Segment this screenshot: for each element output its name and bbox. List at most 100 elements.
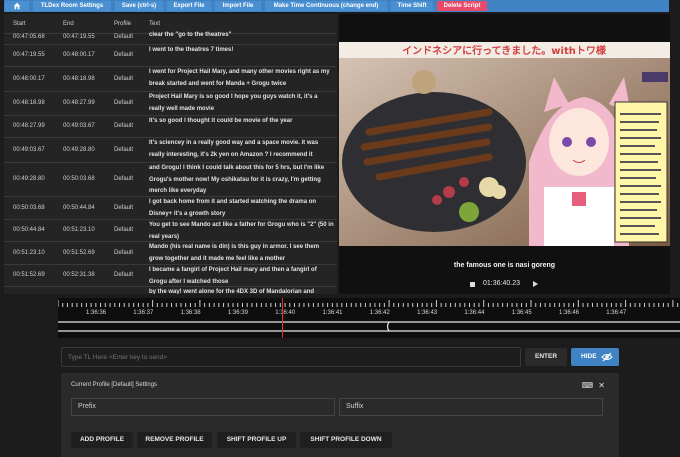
delete-script-button[interactable]: Delete Script	[437, 1, 487, 11]
row-end-time: 00:49:28.80	[63, 146, 95, 153]
shift-profile-down-button[interactable]: SHIFT PROFILE DOWN	[300, 432, 392, 448]
row-profile: Default	[114, 176, 134, 182]
row-end-time: 00:51:52.69	[63, 249, 95, 256]
timeline-tick-label: 1:36:42	[369, 310, 390, 316]
table-row[interactable]: 00:49:28.80 00:50:03.68 Default and Grogu! …	[4, 163, 337, 197]
header-start[interactable]: Start	[13, 21, 26, 27]
row-start-time: 00:49:28.80	[13, 176, 45, 182]
row-text: I went for Project Hail Mary, and many o…	[149, 69, 330, 87]
table-row[interactable]: 00:47:19.55 00:48:00.17 Default I went to t…	[4, 45, 337, 67]
prefix-field[interactable]: Prefix	[71, 398, 335, 416]
row-text: It's sciencey in a really good way and a…	[149, 140, 319, 158]
time-shift-button[interactable]: Time Shift	[391, 1, 433, 11]
row-text: I became a fangirl of Project Hail mary …	[149, 267, 317, 285]
row-profile: Default	[114, 123, 134, 129]
table-row[interactable]: 00:48:00.17 00:48:18.98 Default I went for …	[4, 67, 337, 92]
save-button[interactable]: Save (ctrl-s)	[115, 1, 163, 11]
row-profile: Default	[114, 52, 134, 58]
row-start-time: 00:49:03.67	[13, 146, 45, 153]
hide-button-label: HIDE	[581, 353, 597, 360]
row-text: clear the "go to the theatres"	[149, 32, 232, 38]
table-row[interactable]: 00:51:52.69 00:52:31.38 Default I became a …	[4, 265, 337, 287]
row-start-time: 00:50:03.68	[13, 204, 45, 211]
row-start-time: 00:48:18.98	[13, 100, 45, 106]
row-profile: Default	[114, 227, 134, 233]
row-text: I got back home from it and started watc…	[149, 199, 317, 217]
timeline-tick-label: 1:36:47	[606, 310, 627, 316]
tl-input[interactable]	[61, 347, 521, 367]
timeline-tick-label: 1:36:46	[559, 310, 580, 316]
export-file-button[interactable]: Export File	[167, 1, 211, 11]
play-icon[interactable]	[533, 281, 538, 287]
row-start-time: 00:47:19.55	[13, 52, 45, 58]
player-time: 01:36:40.23	[483, 280, 520, 287]
row-text: Mando (his real name is din) is this guy…	[149, 244, 320, 262]
timeline-tick-label: 1:36:41	[322, 310, 343, 316]
row-profile: Default	[114, 204, 134, 211]
row-profile: Default	[114, 272, 134, 278]
row-end-time: 00:49:03.67	[63, 123, 95, 129]
table-row[interactable]: 00:47:05.68 00:47:19.55 Default clear the "…	[4, 30, 337, 45]
room-settings-button[interactable]: TLDex Room Settings	[33, 1, 111, 11]
timeline-tick-label: 1:36:44	[464, 310, 485, 316]
row-start-time: 00:48:27.99	[13, 123, 45, 129]
table-row[interactable]: by the way! went alone for the 4DX 3D of…	[4, 287, 337, 294]
row-end-time: 00:48:00.17	[63, 52, 95, 58]
timeline-tick-label: 1:36:43	[417, 310, 438, 316]
home-button[interactable]	[5, 1, 29, 11]
toolbar: TLDex Room Settings Save (ctrl-s) Export…	[0, 0, 680, 13]
player-controls: 01:36:40.23	[339, 279, 670, 291]
table-row[interactable]: 00:51:23.10 00:51:52.69 Default Mando (his …	[4, 242, 337, 265]
home-icon	[13, 2, 21, 10]
timeline-tick-label: 1:36:40	[275, 310, 296, 316]
video-frame: インドネシアに行ってきました。withトワ様	[339, 42, 670, 246]
close-icon[interactable]: ✕	[598, 381, 605, 390]
row-profile: Default	[114, 75, 134, 82]
table-row[interactable]: 00:50:03.68 00:50:44.84 Default I got back …	[4, 197, 337, 220]
add-profile-button[interactable]: ADD PROFILE	[71, 432, 133, 448]
video-panel: インドネシアに行ってきました。withトワ様 the famous one is…	[339, 14, 670, 294]
keyboard-icon[interactable]: ⌨	[582, 381, 594, 390]
timeline-tick-label: 1:36:39	[227, 310, 248, 316]
stop-icon[interactable]	[470, 282, 475, 287]
suffix-field[interactable]: Suffix	[339, 398, 603, 416]
timeline-tick-label: 1:36:38	[180, 310, 201, 316]
enter-button[interactable]: ENTER	[525, 348, 567, 366]
table-row[interactable]: 00:49:03.67 00:49:28.80 Default It's scienc…	[4, 138, 337, 163]
row-end-time: 00:50:03.68	[63, 176, 95, 182]
row-start-time: 00:50:44.84	[13, 227, 45, 233]
remove-profile-button[interactable]: REMOVE PROFILE	[137, 432, 212, 448]
hide-button[interactable]: HIDE	[571, 348, 619, 366]
header-text[interactable]: Text	[149, 21, 160, 27]
row-start-time: 00:47:05.68	[13, 33, 45, 40]
timeline-tick-label: 1:36:45	[511, 310, 532, 316]
table-row[interactable]: 00:48:27.99 00:49:03.67 Default It's so goo…	[4, 116, 337, 138]
header-profile[interactable]: Profile	[114, 21, 131, 27]
row-profile: Default	[114, 33, 134, 40]
row-end-time: 00:48:27.99	[63, 100, 95, 106]
row-text: and Grogu! I think I could talk about th…	[149, 165, 325, 194]
row-end-time: 00:50:44.84	[63, 204, 95, 211]
import-file-button[interactable]: Import File	[215, 1, 261, 11]
row-start-time: 00:48:00.17	[13, 75, 45, 82]
row-end-time: 00:52:31.38	[63, 272, 95, 278]
make-time-continuous-button[interactable]: Make Time Continuous (change end)	[265, 1, 387, 11]
row-profile: Default	[114, 249, 134, 256]
table-row[interactable]: 00:50:44.84 00:51:23.10 Default You get to …	[4, 220, 337, 242]
timeline-track[interactable]	[58, 320, 680, 332]
eye-off-icon	[601, 352, 613, 362]
row-profile: Default	[114, 100, 134, 106]
video-player[interactable]: インドネシアに行ってきました。withトワ様	[339, 42, 670, 246]
row-text: You get to see Mando act like a father f…	[149, 222, 334, 240]
row-end-time: 00:48:18.98	[63, 75, 95, 82]
playhead[interactable]	[282, 298, 283, 338]
row-end-time: 00:51:23.10	[63, 227, 95, 233]
table-row[interactable]: 00:48:18.98 00:48:27.99 Default Project Hai…	[4, 92, 337, 116]
subtitle-caption: the famous one is nasi goreng	[453, 262, 556, 269]
timeline[interactable]: 1:36:36 1:36:37 1:36:38 1:36:39 1:36:40 1:36:…	[58, 298, 680, 338]
timeline-tick-label: 1:36:36	[86, 310, 107, 316]
timeline-tick-label: 1:36:37	[133, 310, 154, 316]
row-text: It's so good I thought it could be movie…	[149, 118, 293, 124]
shift-profile-up-button[interactable]: SHIFT PROFILE UP	[217, 432, 296, 448]
header-end[interactable]: End	[63, 21, 74, 27]
